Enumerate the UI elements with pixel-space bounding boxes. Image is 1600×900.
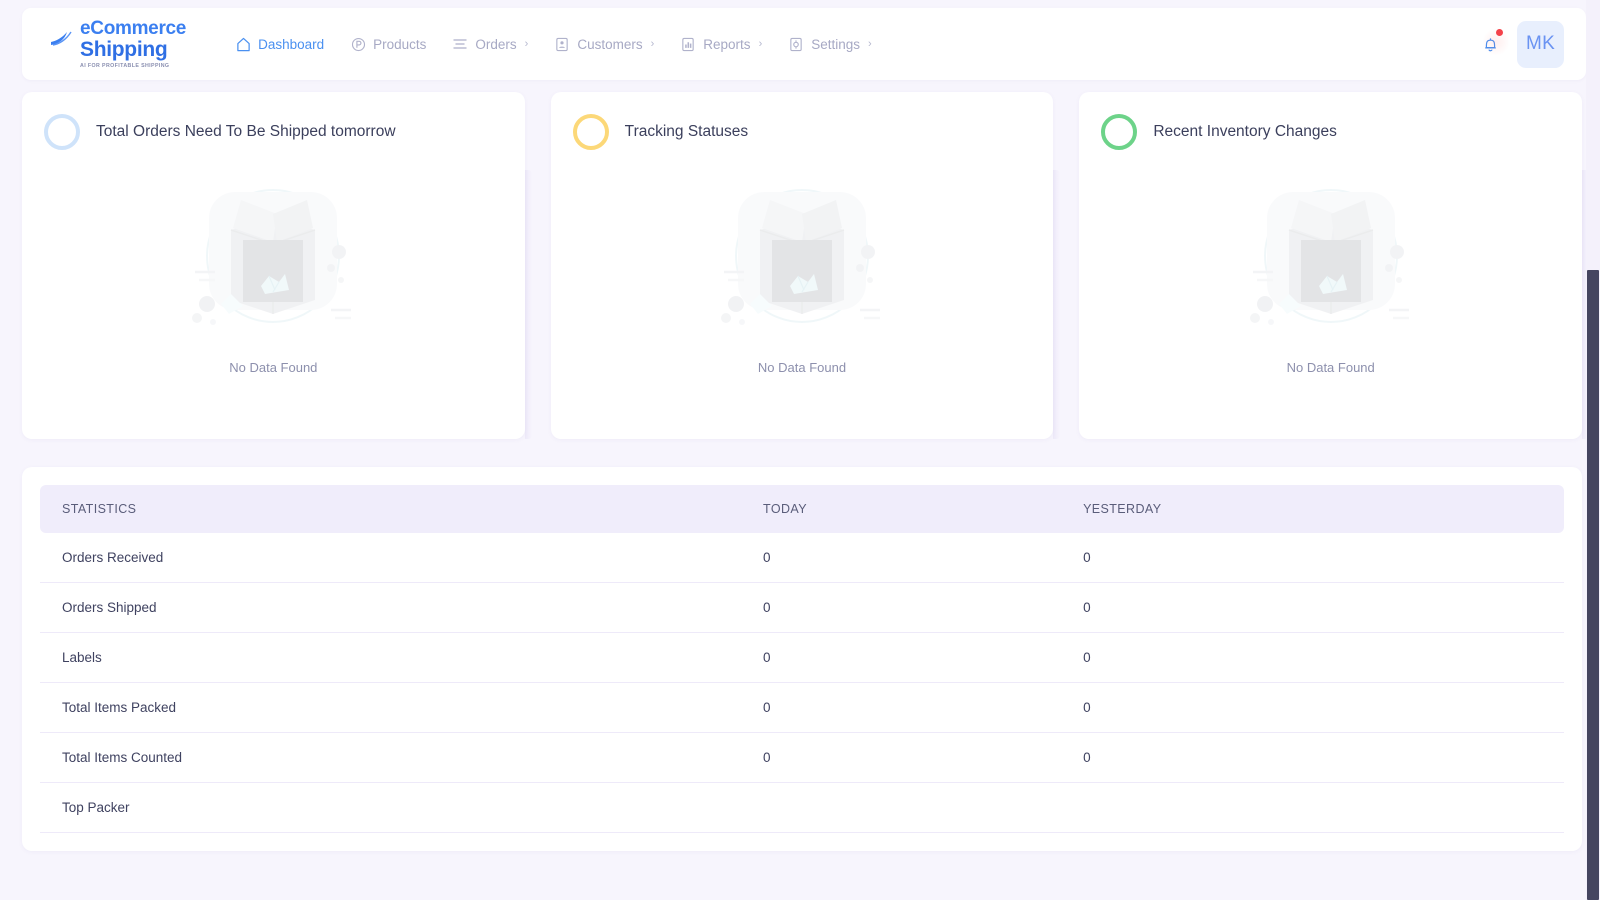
list-lines-icon — [452, 36, 468, 52]
row-yesterday: 0 — [1061, 582, 1564, 633]
product-p-icon — [350, 36, 366, 52]
brand-name-line2: Shipping — [80, 37, 168, 61]
empty-state-text: No Data Found — [757, 360, 847, 375]
avatar[interactable]: MK — [1517, 20, 1564, 68]
nav-item-reports[interactable]: Reports › — [669, 28, 773, 60]
empty-state-text: No Data Found — [1286, 360, 1375, 375]
table-header: STATISTICS TODAY YESTERDAY — [40, 485, 1564, 533]
row-label: Total Items Counted — [40, 732, 742, 783]
open-box-illustration — [721, 189, 880, 325]
brand-tagline: AI FOR PROFITABLE SHIPPING — [80, 62, 170, 69]
row-label: Labels — [40, 632, 742, 683]
card-body: No Data Found — [1079, 150, 1582, 375]
notifications-button[interactable] — [1477, 27, 1509, 57]
column-header-today: TODAY — [741, 485, 1062, 533]
nav-label-dashboard: Dashboard — [258, 36, 325, 52]
table-body: Orders Received 0 0 Orders Shipped 0 0 L… — [40, 533, 1564, 833]
header-actions: MK — [1477, 20, 1568, 68]
main-navigation: Dashboard Products Orders › Customers › … — [224, 28, 883, 60]
nav-label-customers: Customers — [577, 36, 643, 52]
dashboard-page: eCommerce Shipping AI FOR PROFITABLE SHI… — [0, 0, 1600, 900]
row-today: 0 — [741, 732, 1062, 783]
nav-item-orders[interactable]: Orders › — [441, 28, 539, 60]
table-row: Labels 0 0 — [40, 632, 1564, 683]
statistics-table: STATISTICS TODAY YESTERDAY Orders Receiv… — [40, 485, 1564, 833]
column-header-yesterday: YESTERDAY — [1061, 485, 1564, 533]
statistics-panel: STATISTICS TODAY YESTERDAY Orders Receiv… — [22, 467, 1582, 851]
row-yesterday: 0 — [1061, 632, 1564, 683]
nav-item-customers[interactable]: Customers › — [543, 28, 665, 60]
card-title: Total Orders Need To Be Shipped tomorrow — [96, 123, 396, 140]
brand-logo[interactable]: eCommerce Shipping AI FOR PROFITABLE SHI… — [32, 19, 204, 70]
chevron-right-icon: › — [758, 38, 763, 50]
row-label: Orders Shipped — [40, 582, 742, 633]
card-recent-inventory-changes: Recent Inventory Changes No Data Found — [1079, 92, 1589, 439]
home-icon — [235, 36, 251, 52]
chevron-right-icon: › — [524, 38, 529, 50]
bar-chart-icon — [680, 36, 696, 52]
chevron-right-icon: › — [868, 38, 872, 50]
row-today: 0 — [741, 582, 1062, 633]
card-header: Recent Inventory Changes — [1079, 92, 1582, 150]
feather-wing-icon — [50, 28, 74, 53]
row-today — [741, 782, 1062, 833]
table-row: Total Items Packed 0 0 — [40, 682, 1564, 733]
nav-label-reports: Reports — [703, 36, 751, 52]
card-total-orders-tomorrow: Total Orders Need To Be Shipped tomorrow — [22, 92, 532, 439]
app-header: eCommerce Shipping AI FOR PROFITABLE SHI… — [22, 8, 1586, 80]
row-today: 0 — [741, 533, 1062, 583]
table-row: Total Items Counted 0 0 — [40, 732, 1564, 783]
brand-name-line1: eCommerce — [80, 17, 187, 39]
card-body: No Data Found — [551, 150, 1054, 375]
row-yesterday: 0 — [1061, 533, 1564, 583]
open-box-illustration — [1249, 189, 1409, 325]
empty-state-text: No Data Found — [229, 360, 318, 375]
card-body: No Data Found — [22, 150, 525, 375]
table-row: Orders Received 0 0 — [40, 533, 1564, 583]
table-row: Top Packer — [40, 782, 1564, 833]
row-today: 0 — [741, 682, 1062, 733]
card-tracking-statuses: Tracking Statuses No Data Found — [550, 92, 1061, 439]
circle-ring-icon — [44, 114, 80, 150]
card-header: Total Orders Need To Be Shipped tomorrow — [22, 92, 525, 150]
table-header-row: STATISTICS TODAY YESTERDAY — [40, 485, 1564, 533]
summary-card-row: Total Orders Need To Be Shipped tomorrow — [22, 92, 1589, 439]
open-box-illustration — [192, 189, 352, 325]
nav-item-products[interactable]: Products — [339, 28, 437, 60]
notification-badge-dot — [1496, 29, 1503, 36]
circle-ring-icon — [1101, 114, 1138, 150]
row-label: Total Items Packed — [40, 682, 742, 733]
page-scrollbar-thumb[interactable] — [1587, 270, 1599, 900]
id-card-icon — [554, 36, 570, 52]
row-label: Orders Received — [40, 533, 742, 583]
nav-label-orders: Orders — [475, 36, 517, 52]
row-yesterday — [1061, 782, 1564, 833]
nav-label-settings: Settings — [811, 36, 861, 52]
circle-ring-icon — [572, 114, 609, 150]
row-label: Top Packer — [40, 782, 742, 833]
row-today: 0 — [741, 632, 1062, 683]
nav-item-dashboard[interactable]: Dashboard — [224, 28, 335, 60]
card-header: Tracking Statuses — [551, 92, 1054, 150]
card-title: Tracking Statuses — [624, 123, 749, 140]
page-scrollbar-track[interactable] — [1586, 0, 1600, 900]
card-title: Recent Inventory Changes — [1153, 123, 1337, 140]
row-yesterday: 0 — [1061, 682, 1564, 733]
gear-doc-icon — [788, 36, 804, 52]
chevron-right-icon: › — [650, 38, 655, 50]
nav-item-settings[interactable]: Settings › — [777, 28, 882, 60]
column-header-statistics: STATISTICS — [40, 485, 742, 533]
table-row: Orders Shipped 0 0 — [40, 582, 1564, 633]
nav-label-products: Products — [373, 36, 427, 52]
row-yesterday: 0 — [1061, 732, 1564, 783]
